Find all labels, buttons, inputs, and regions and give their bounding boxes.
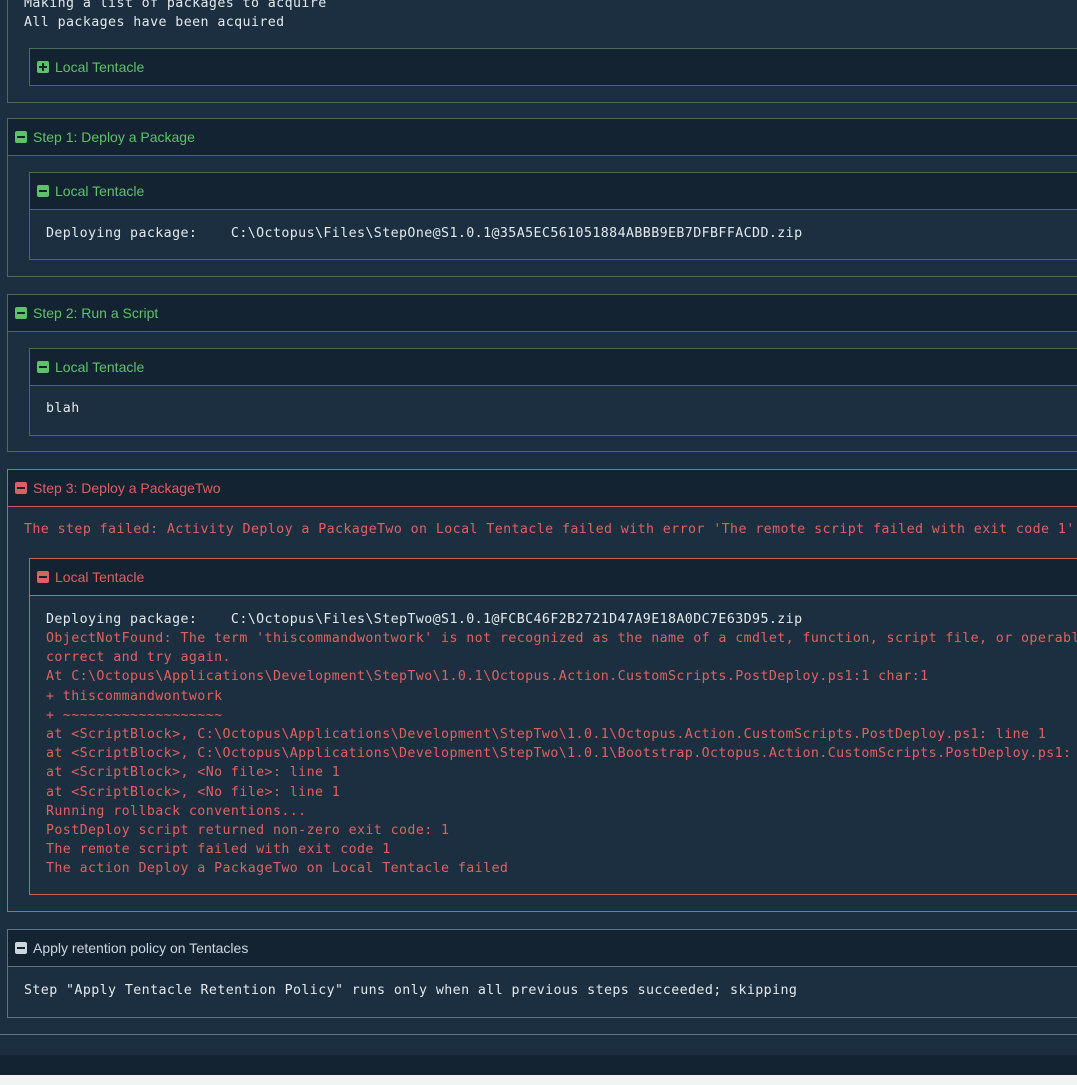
log-line: Deploying package: C:\Octopus\Files\Step… <box>46 612 803 627</box>
preamble-section: Making a list of packages to acquire All… <box>7 0 1077 103</box>
step-3-header[interactable]: Step 3: Deploy a PackageTwo <box>8 470 1077 507</box>
skip-message: Step "Apply Tentacle Retention Policy" r… <box>24 983 798 998</box>
tentacle-label: Local Tentacle <box>55 59 145 75</box>
step-2-section: Step 2: Run a Script Local Tentacle blah <box>7 294 1077 452</box>
error-log-line: The remote script failed with exit code … <box>46 842 391 858</box>
step-title: Step 1: Deploy a Package <box>33 129 195 145</box>
collapse-icon[interactable] <box>37 571 49 583</box>
log-line: blah <box>46 401 80 416</box>
log-line: Deploying package: C:\Octopus\Files\Step… <box>46 226 803 241</box>
tentacle-header[interactable]: Local Tentacle <box>30 349 1077 386</box>
error-log-line: at <ScriptBlock>, <No file>: line 1 <box>46 784 341 800</box>
step-failure-message: The step failed: Activity Deploy a Packa… <box>24 522 1077 537</box>
step-3-section: Step 3: Deploy a PackageTwo The step fai… <box>7 469 1077 912</box>
collapse-icon[interactable] <box>15 131 27 143</box>
step-2-header[interactable]: Step 2: Run a Script <box>8 295 1077 332</box>
expand-icon[interactable] <box>37 61 49 73</box>
step-title: Step 2: Run a Script <box>33 305 159 321</box>
collapse-icon[interactable] <box>15 482 27 494</box>
error-log-line: At C:\Octopus\Applications\Development\S… <box>46 669 929 685</box>
error-log-line: at <ScriptBlock>, C:\Octopus\Application… <box>46 727 1047 742</box>
step-title: Apply retention policy on Tentacles <box>33 940 249 956</box>
step-1-header[interactable]: Step 1: Deploy a Package <box>8 119 1077 156</box>
collapse-icon[interactable] <box>15 942 27 954</box>
tentacle-panel: Local Tentacle Deploying package: C:\Oct… <box>29 558 1077 895</box>
error-log-line: correct and try again. <box>46 650 231 666</box>
tentacle-header[interactable]: Local Tentacle <box>30 559 1077 596</box>
error-log-line: Running rollback conventions... <box>46 803 307 819</box>
footer-bar <box>0 1055 1077 1075</box>
tentacle-label: Local Tentacle <box>55 183 145 199</box>
collapse-icon[interactable] <box>37 185 49 197</box>
tentacle-panel: Local Tentacle blah <box>29 348 1077 436</box>
retention-header[interactable]: Apply retention policy on Tentacles <box>8 930 1077 967</box>
collapse-icon[interactable] <box>15 307 27 319</box>
error-log-line: + thiscommandwontwork <box>46 688 223 704</box>
retention-section: Apply retention policy on Tentacles Step… <box>7 929 1077 1018</box>
tentacle-label: Local Tentacle <box>55 569 145 585</box>
tentacle-header[interactable]: Local Tentacle <box>30 49 1077 85</box>
step-1-section: Step 1: Deploy a Package Local Tentacle … <box>7 118 1077 277</box>
error-log-line: at <ScriptBlock>, <No file>: line 1 <box>46 765 341 781</box>
collapse-icon[interactable] <box>37 361 49 373</box>
tentacle-panel: Local Tentacle Deploying package: C:\Oct… <box>29 172 1077 260</box>
error-log-line: PostDeploy script returned non-zero exit… <box>46 823 450 838</box>
error-log-line: at <ScriptBlock>, C:\Octopus\Application… <box>46 746 1077 762</box>
step-title: Step 3: Deploy a PackageTwo <box>33 480 221 496</box>
error-log-line: The action Deploy a PackageTwo on Local … <box>46 861 509 877</box>
page-footer <box>0 1075 1077 1085</box>
error-log-line: + ~~~~~~~~~~~~~~~~~~~ <box>46 707 223 723</box>
error-log-line: ObjectNotFound: The term 'thiscommandwon… <box>46 631 1077 646</box>
log-line: Making a list of packages to acquire <box>24 0 327 11</box>
divider <box>0 1034 1077 1035</box>
log-line: All packages have been acquired <box>24 15 285 30</box>
tentacle-label: Local Tentacle <box>55 359 145 375</box>
tentacle-header[interactable]: Local Tentacle <box>30 173 1077 210</box>
tentacle-panel-collapsed[interactable]: Local Tentacle <box>29 48 1077 86</box>
